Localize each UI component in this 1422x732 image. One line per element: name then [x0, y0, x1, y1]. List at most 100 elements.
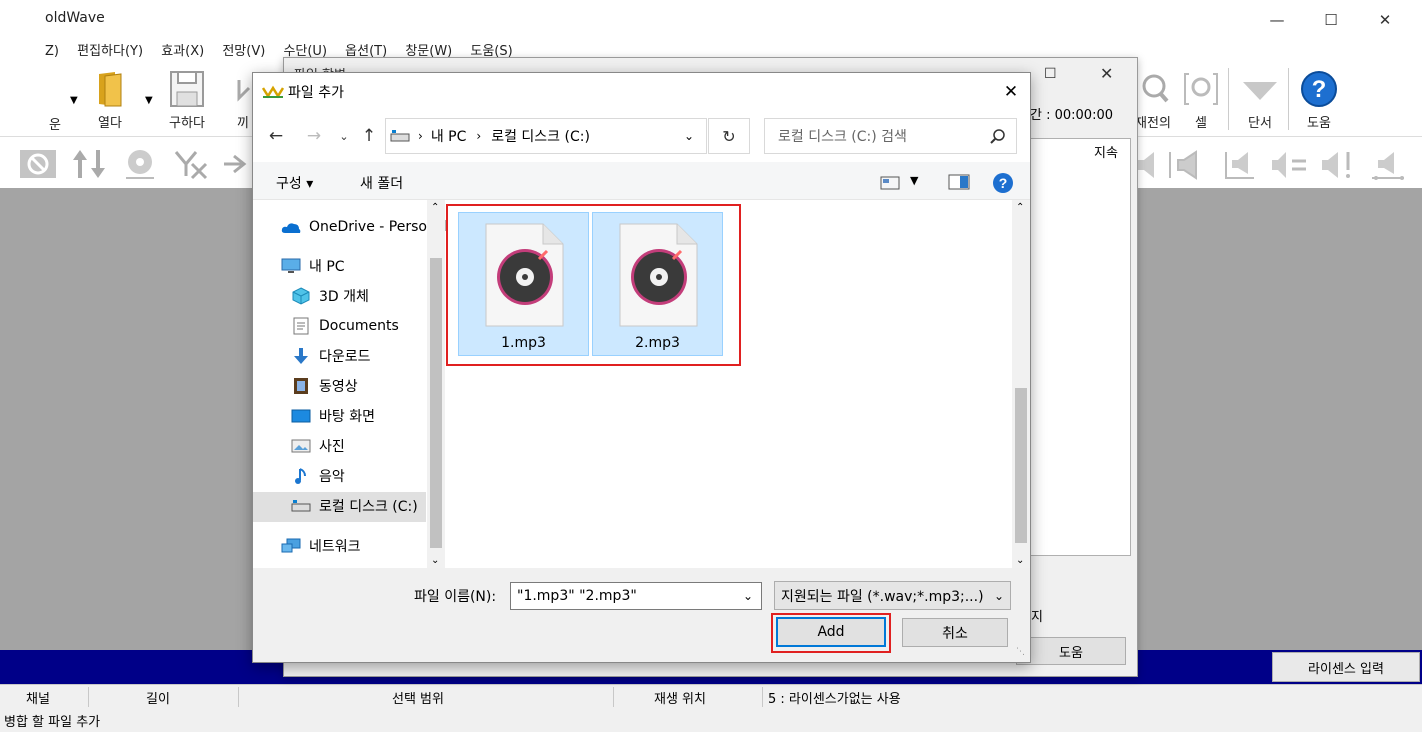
menu-item-effects[interactable]: 효과(X)	[161, 44, 204, 59]
status-separator	[762, 687, 763, 707]
volume-flat-icon[interactable]	[1222, 148, 1258, 182]
merge-column-header: 지속	[1094, 146, 1118, 161]
merge-help-button[interactable]: 도움	[1016, 637, 1126, 665]
toolbar-label: 셀	[1195, 116, 1207, 131]
video-icon	[291, 377, 311, 395]
status-line: 병합 할 파일 추가	[0, 708, 1422, 732]
new-folder-button[interactable]: 새 폴더	[360, 173, 403, 193]
documents-icon	[291, 317, 311, 335]
menu-item-edit[interactable]: 편집하다(Y)	[77, 44, 143, 59]
toolbar-separator	[1228, 68, 1229, 130]
vertical-arrows-icon[interactable]	[70, 148, 108, 180]
filetype-select[interactable]: 지원되는 파일 (*.wav;*.mp3;...) ⌄	[774, 581, 1011, 610]
view-options-icon[interactable]	[880, 176, 900, 190]
breadcrumb-local-disk[interactable]: 로컬 디스크 (C:)	[491, 126, 590, 146]
filename-input[interactable]: "1.mp3" "2.mp3" ⌄	[510, 582, 762, 610]
address-bar[interactable]: › 내 PC › 로컬 디스크 (C:) ⌄	[385, 118, 707, 154]
music-icon	[291, 467, 311, 485]
search-input[interactable]: 로컬 디스크 (C:) 검색	[764, 118, 1017, 154]
merge-file-list[interactable]	[1028, 138, 1131, 556]
status-separator	[613, 687, 614, 707]
filetype-value: 지원되는 파일 (*.wav;*.mp3;...)	[781, 588, 984, 605]
minimize-button[interactable]: —	[1254, 6, 1300, 34]
pc-icon	[281, 257, 301, 275]
filename-dropdown-chevron-icon[interactable]: ⌄	[743, 589, 753, 603]
nav-item-label: 네트워크	[309, 539, 361, 555]
drive-icon	[390, 130, 410, 142]
merge-maximize-icon[interactable]: ☐	[1044, 66, 1057, 82]
help-icon[interactable]: ?	[992, 172, 1014, 194]
toolbar-label: 운	[49, 118, 61, 133]
breadcrumb-pc[interactable]: 내 PC	[431, 126, 467, 146]
nav-scrollbar[interactable]: ⌃ ⌄	[427, 200, 445, 568]
merge-close-icon[interactable]: ✕	[1100, 64, 1113, 83]
marker-button[interactable]: 단서	[1238, 70, 1282, 131]
onedrive-icon	[281, 218, 301, 236]
scroll-thumb[interactable]	[1015, 388, 1027, 543]
back-arrow-icon[interactable]: ←	[264, 122, 288, 150]
search-icon	[990, 129, 1005, 144]
pictures-icon	[291, 437, 311, 455]
menu-item[interactable]: Z)	[45, 44, 59, 59]
filetype-dropdown-chevron-icon[interactable]: ⌄	[991, 588, 1004, 603]
folder-open-icon	[99, 72, 122, 107]
download-icon	[291, 347, 311, 365]
dialog-close-button[interactable]: ✕	[994, 78, 1028, 106]
select-button[interactable]: 셀	[1180, 70, 1222, 131]
organize-button[interactable]: 구성 ▾	[276, 173, 313, 193]
disabled-icon[interactable]	[18, 148, 58, 180]
volume-fade-icon[interactable]	[1370, 148, 1406, 182]
save-button[interactable]: 구하다	[163, 70, 211, 131]
scroll-down-icon[interactable]: ⌄	[431, 555, 439, 566]
status-length: 길이	[146, 692, 170, 707]
status-selection: 선택 범위	[392, 692, 444, 707]
refresh-icon[interactable]: ↻	[708, 118, 750, 154]
toolbar-label: 도움	[1307, 116, 1331, 131]
scroll-down-icon[interactable]: ⌄	[1016, 555, 1024, 566]
scroll-up-icon[interactable]: ⌃	[431, 202, 439, 213]
file-scrollbar[interactable]: ⌃ ⌄	[1012, 200, 1030, 568]
status-separator	[88, 687, 89, 707]
duration-readout: 간 : 00:00:00	[1030, 108, 1113, 123]
toolbar-button-partial[interactable]: 운	[45, 80, 65, 133]
status-bar: 채널 길이 선택 범위 재생 위치 5 : 라이센스가없는 사용	[0, 684, 1422, 708]
forward-arrow-icon[interactable]: →	[302, 122, 326, 150]
license-button[interactable]: 라이센스 입력	[1272, 652, 1420, 682]
dialog-title: 파일 추가	[288, 85, 344, 101]
filename-label: 파일 이름(N):	[414, 589, 497, 605]
volume-down-icon[interactable]	[1168, 148, 1204, 182]
nav-item-label: 동영상	[319, 379, 358, 395]
volume-alert-icon[interactable]	[1320, 148, 1356, 182]
cancel-button[interactable]: 취소	[902, 618, 1008, 647]
recent-locations-chevron-icon[interactable]: ⌄	[332, 122, 356, 150]
toolbar-label: 단서	[1248, 116, 1272, 131]
svg-text:?: ?	[1312, 76, 1327, 103]
cd-icon[interactable]	[122, 148, 158, 182]
help-button[interactable]: ? 도움	[1296, 70, 1342, 131]
breadcrumb-separator-icon: ›	[476, 129, 482, 143]
trim-icon[interactable]	[172, 148, 210, 182]
close-window-button[interactable]: ✕	[1362, 6, 1408, 34]
volume-equal-icon[interactable]	[1270, 148, 1310, 182]
view-dropdown-arrow-icon[interactable]: ▼	[910, 174, 918, 187]
annotation-highlight-add	[771, 613, 891, 653]
toolbar-label: 열다	[98, 116, 122, 131]
resize-grip-icon[interactable]: ⋱	[1016, 647, 1025, 657]
arrow-right-icon[interactable]	[222, 148, 252, 182]
maximize-button[interactable]: ☐	[1308, 6, 1354, 34]
dropdown-arrow-icon[interactable]: ▼	[145, 95, 153, 106]
zoom-icon	[1142, 74, 1169, 103]
nav-item-label: 사진	[319, 439, 345, 455]
nav-item-label: 다운로드	[319, 349, 371, 365]
scroll-up-icon[interactable]: ⌃	[1016, 202, 1024, 213]
zoom-button[interactable]: 재전의	[1132, 70, 1174, 131]
drive-icon	[291, 497, 311, 515]
up-arrow-icon[interactable]: ↑	[357, 122, 381, 150]
dropdown-arrow-icon[interactable]: ▼	[70, 95, 78, 106]
toolbar-button-partial[interactable]: 끼	[232, 70, 254, 131]
preview-pane-icon[interactable]	[948, 174, 970, 190]
open-button[interactable]: 열다	[90, 70, 130, 131]
scroll-thumb[interactable]	[430, 258, 442, 548]
menu-item-view[interactable]: 전망(V)	[222, 44, 265, 59]
address-dropdown-chevron-icon[interactable]: ⌄	[684, 129, 694, 143]
